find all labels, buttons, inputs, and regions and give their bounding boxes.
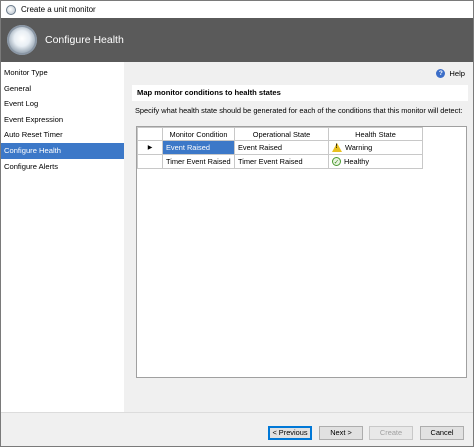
help-link[interactable]: ? Help (436, 69, 465, 78)
condition-cell[interactable]: Event Raised (162, 140, 235, 155)
row-header-corner (137, 127, 163, 141)
operational-state-cell[interactable]: Event Raised (234, 140, 329, 155)
page-title: Configure Health (45, 34, 124, 46)
condition-cell[interactable]: Timer Event Raised (162, 154, 235, 169)
previous-button[interactable]: < Previous (268, 426, 312, 440)
table-row[interactable]: ▶ Event Raised Event Raised Warning (137, 140, 423, 155)
sidebar-item-monitor-type[interactable]: Monitor Type (1, 65, 124, 81)
help-label: Help (449, 69, 465, 78)
table-header-row: Monitor Condition Operational State Heal… (137, 127, 423, 141)
row-selector[interactable] (137, 154, 163, 169)
health-state-cell[interactable]: Warning (328, 140, 423, 155)
title-bar: Create a unit monitor (1, 1, 473, 18)
column-header-health-state[interactable]: Health State (328, 127, 423, 141)
window-title: Create a unit monitor (21, 5, 96, 14)
dialog-window: Create a unit monitor Configure Health M… (0, 0, 474, 447)
column-header-operational-state[interactable]: Operational State (234, 127, 329, 141)
sidebar-item-event-log[interactable]: Event Log (1, 96, 124, 112)
section-heading: Map monitor conditions to health states (132, 85, 468, 101)
wizard-sidebar: Monitor Type General Event Log Event Exp… (1, 62, 124, 412)
sidebar-item-configure-health[interactable]: Configure Health (1, 142, 124, 159)
row-selector-arrow-icon[interactable]: ▶ (137, 140, 163, 155)
sidebar-item-auto-reset-timer[interactable]: Auto Reset Timer (1, 127, 124, 143)
sidebar-item-event-expression[interactable]: Event Expression (1, 112, 124, 128)
section-description: Specify what health state should be gene… (135, 106, 463, 115)
sidebar-item-general[interactable]: General (1, 81, 124, 97)
sidebar-item-configure-alerts[interactable]: Configure Alerts (1, 159, 124, 175)
healthy-check-icon: ✓ (332, 157, 341, 166)
wizard-header: Configure Health (1, 18, 473, 62)
column-header-monitor-condition[interactable]: Monitor Condition (162, 127, 235, 141)
health-state-label: Warning (345, 143, 373, 152)
health-state-cell[interactable]: ✓ Healthy (328, 154, 423, 169)
table-row[interactable]: Timer Event Raised Timer Event Raised ✓ … (137, 154, 423, 169)
app-icon (6, 4, 16, 15)
cancel-button[interactable]: Cancel (420, 426, 464, 440)
operational-state-cell[interactable]: Timer Event Raised (234, 154, 329, 169)
health-state-label: Healthy (344, 157, 370, 166)
content-panel: ? Help Map monitor conditions to health … (124, 62, 473, 412)
warning-icon (332, 143, 342, 152)
next-button[interactable]: Next > (319, 426, 363, 440)
button-bar: < Previous Next > Create Cancel (1, 412, 473, 446)
create-button[interactable]: Create (369, 426, 413, 440)
wizard-orb-icon (7, 25, 37, 55)
health-state-table: Monitor Condition Operational State Heal… (137, 127, 423, 169)
help-icon: ? (436, 69, 446, 78)
health-state-grid: Monitor Condition Operational State Heal… (136, 126, 467, 378)
